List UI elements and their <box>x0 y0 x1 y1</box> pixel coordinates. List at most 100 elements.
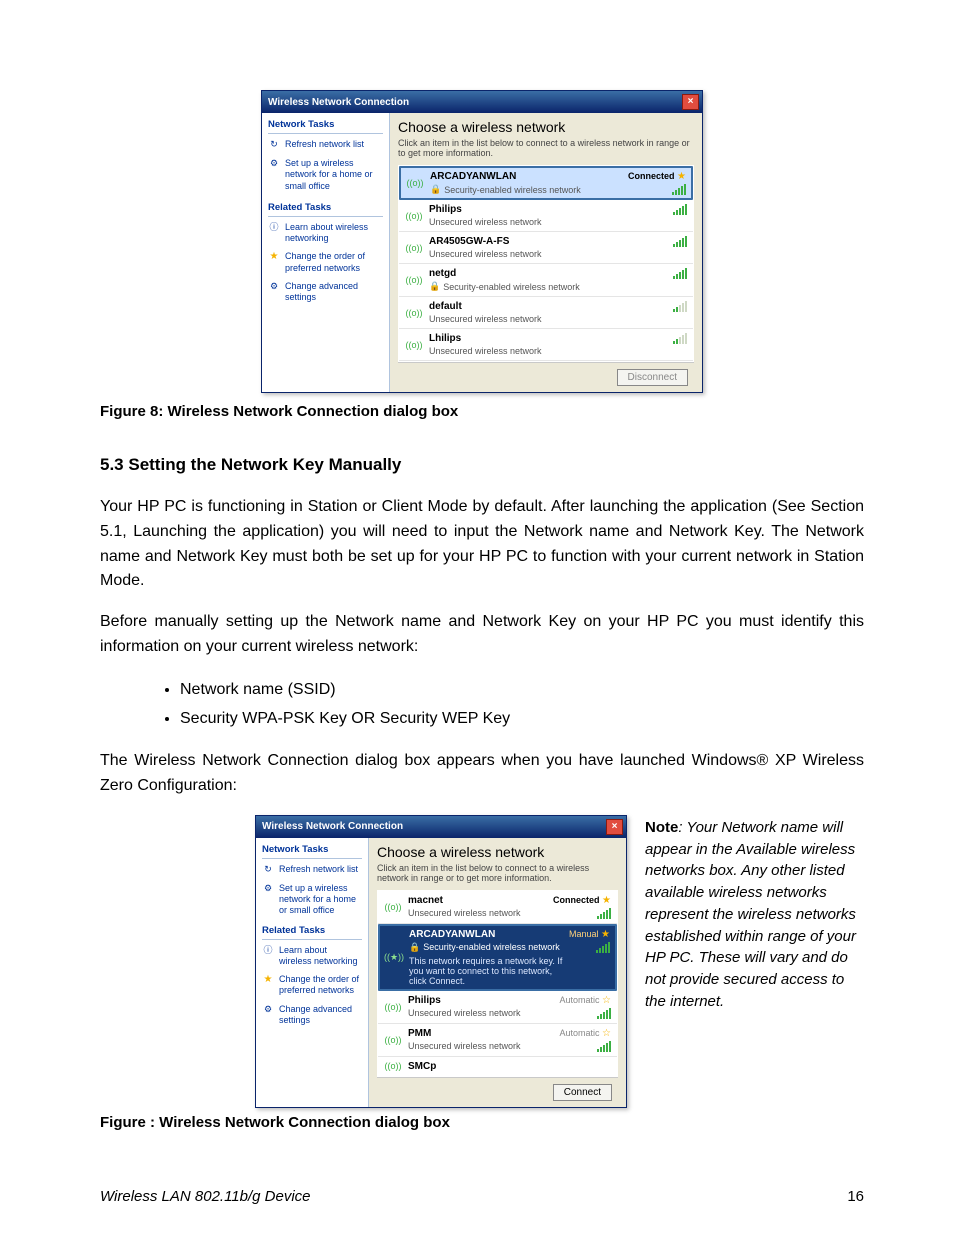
refresh-network-list[interactable]: ↻ Refresh network list <box>262 864 362 876</box>
learn-wireless[interactable]: ⓘ Learn about wireless networking <box>262 945 362 968</box>
list-item: Network name (SSID) <box>180 676 864 705</box>
paragraph: Your HP PC is functioning in Station or … <box>100 495 864 594</box>
ssid: default <box>429 301 667 312</box>
signal-icon <box>672 184 686 195</box>
antenna-icon: ((ο)) <box>384 895 402 919</box>
security-label: Unsecured wireless network <box>429 249 667 259</box>
security-label: Unsecured wireless network <box>429 346 667 356</box>
ssid: ARCADYANWLAN <box>430 171 622 182</box>
lock-icon: 🔒 <box>429 281 440 292</box>
section-heading: 5.3 Setting the Network Key Manually <box>100 455 864 475</box>
related-tasks-heading: Related Tasks <box>262 925 362 940</box>
security-label: Security-enabled wireless network <box>443 282 580 292</box>
antenna-icon: ((ο)) <box>405 204 423 227</box>
related-tasks-heading: Related Tasks <box>268 202 383 217</box>
antenna-icon: ((ο)) <box>405 268 423 292</box>
bullet-list: Network name (SSID) Security WPA-PSK Key… <box>140 676 864 734</box>
ssid: netgd <box>429 268 667 279</box>
window-title: Wireless Network Connection <box>268 97 682 108</box>
list-item: Security WPA-PSK Key OR Security WEP Key <box>180 705 864 734</box>
signal-icon <box>597 1008 611 1019</box>
note-text: : Your Network name will appear in the A… <box>645 819 856 1010</box>
ssid: ARCADYANWLAN <box>409 929 563 940</box>
ssid: Lhilips <box>429 333 667 344</box>
figure-8-caption: Figure 8: Wireless Network Connection di… <box>100 403 864 420</box>
star-icon: ★ <box>601 929 610 940</box>
signal-icon <box>597 908 611 919</box>
setup-icon: ⚙ <box>268 158 280 170</box>
learn-wireless[interactable]: ⓘ Learn about wireless networking <box>268 222 383 245</box>
task-label: Learn about wireless networking <box>285 222 383 245</box>
setup-icon: ⚙ <box>262 883 274 895</box>
status-label: Automatic <box>559 1028 599 1038</box>
instruction-text: Click an item in the list below to conne… <box>377 863 618 886</box>
task-label: Change advanced settings <box>279 1004 362 1027</box>
side-panel: Network Tasks ↻ Refresh network list ⚙ S… <box>262 113 390 392</box>
change-order[interactable]: ★ Change the order of preferred networks <box>262 974 362 997</box>
antenna-icon: ((ο)) <box>384 1061 402 1072</box>
status-label: Connected <box>553 895 600 905</box>
paragraph: Before manually setting up the Network n… <box>100 610 864 660</box>
antenna-icon: ((ο)) <box>406 171 424 195</box>
security-label: Unsecured wireless network <box>429 314 667 324</box>
signal-icon <box>597 1041 611 1052</box>
gear-icon: ⚙ <box>262 1004 274 1016</box>
network-item[interactable]: ((ο)) SMCp <box>378 1057 617 1076</box>
ssid: SMCp <box>408 1061 605 1072</box>
connect-button[interactable]: Connect <box>553 1084 612 1101</box>
refresh-icon: ↻ <box>262 864 274 876</box>
ssid: Philips <box>429 204 667 215</box>
close-icon[interactable]: × <box>682 94 699 110</box>
page-number: 16 <box>847 1188 864 1205</box>
titlebar: Wireless Network Connection × <box>256 816 626 838</box>
status-label: Manual <box>569 929 599 939</box>
gear-icon: ⚙ <box>268 281 280 293</box>
task-label: Change the order of preferred networks <box>285 251 383 274</box>
star-icon: ★ <box>602 895 611 906</box>
task-label: Set up a wireless network for a home or … <box>285 158 383 192</box>
network-tasks-heading: Network Tasks <box>268 119 383 134</box>
ssid: macnet <box>408 895 547 906</box>
network-item[interactable]: ((ο)) PMM Unsecured wireless network Aut… <box>378 1024 617 1057</box>
task-label: Set up a wireless network for a home or … <box>279 883 362 917</box>
close-icon[interactable]: × <box>606 819 623 835</box>
wireless-dialog-2: Wireless Network Connection × Network Ta… <box>255 815 627 1108</box>
network-item[interactable]: ((ο)) macnet Unsecured wireless network … <box>378 891 617 924</box>
disconnect-button[interactable]: Disconnect <box>617 369 688 386</box>
choose-heading: Choose a wireless network <box>398 119 694 135</box>
antenna-icon: ((ο)) <box>384 995 402 1019</box>
security-label: Security-enabled wireless network <box>444 185 581 195</box>
network-item[interactable]: ((ο)) Philips Unsecured wireless network <box>399 200 693 232</box>
setup-network[interactable]: ⚙ Set up a wireless network for a home o… <box>262 883 362 917</box>
star-icon: ★ <box>677 171 686 182</box>
figure-caption: Figure : Wireless Network Connection dia… <box>100 1114 864 1131</box>
change-advanced[interactable]: ⚙ Change advanced settings <box>268 281 383 304</box>
refresh-icon: ↻ <box>268 139 280 151</box>
task-label: Change the order of preferred networks <box>279 974 362 997</box>
network-item-selected[interactable]: ((★)) ARCADYANWLAN 🔒Security-enabled wir… <box>378 924 617 991</box>
network-tasks-heading: Network Tasks <box>262 844 362 859</box>
setup-network[interactable]: ⚙ Set up a wireless network for a home o… <box>268 158 383 192</box>
security-label: Unsecured wireless network <box>429 217 667 227</box>
wireless-dialog-1: Wireless Network Connection × Network Ta… <box>261 90 703 393</box>
network-item[interactable]: ((ο)) Philips Unsecured wireless network… <box>378 991 617 1024</box>
security-label: Unsecured wireless network <box>408 1008 553 1018</box>
network-item[interactable]: ((ο)) netgd 🔒Security-enabled wireless n… <box>399 264 693 297</box>
task-label: Learn about wireless networking <box>279 945 362 968</box>
footer-left: Wireless LAN 802.11b/g Device <box>100 1188 311 1205</box>
status-label: Automatic <box>559 995 599 1005</box>
network-item[interactable]: ((ο)) Lhilips Unsecured wireless network <box>399 329 693 361</box>
antenna-icon: ((ο)) <box>405 333 423 356</box>
change-advanced[interactable]: ⚙ Change advanced settings <box>262 1004 362 1027</box>
network-item[interactable]: ((ο)) ARCADYANWLAN 🔒Security-enabled wir… <box>399 166 693 200</box>
info-icon: ⓘ <box>262 945 274 957</box>
task-label: Change advanced settings <box>285 281 383 304</box>
change-order[interactable]: ★ Change the order of preferred networks <box>268 251 383 274</box>
network-item[interactable]: ((ο)) AR4505GW-A-FS Unsecured wireless n… <box>399 232 693 264</box>
security-label: Unsecured wireless network <box>408 1041 553 1051</box>
antenna-icon: ((ο)) <box>405 301 423 324</box>
network-item[interactable]: ((ο)) default Unsecured wireless network <box>399 297 693 329</box>
refresh-network-list[interactable]: ↻ Refresh network list <box>268 139 383 151</box>
note-column: Note: Your Network name will appear in t… <box>645 815 864 1013</box>
network-extra-note: This network requires a network key. If … <box>409 956 563 986</box>
